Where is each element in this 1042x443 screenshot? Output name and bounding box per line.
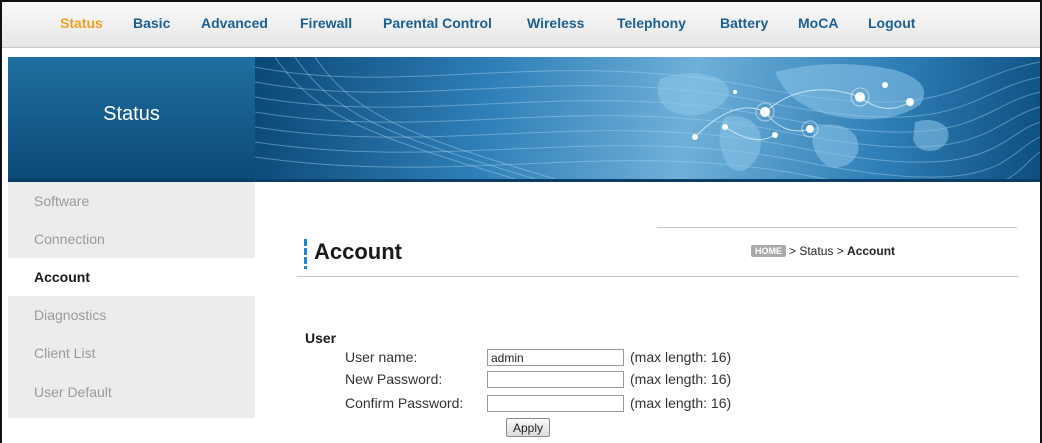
router-admin-window: Status Basic Advanced Firewall Parental … bbox=[0, 0, 1042, 443]
nav-status[interactable]: Status bbox=[60, 15, 103, 31]
nav-moca[interactable]: MoCA bbox=[798, 15, 838, 31]
heading-divider-bottom bbox=[297, 276, 1019, 277]
confirm-password-input[interactable] bbox=[487, 395, 624, 412]
nav-advanced[interactable]: Advanced bbox=[201, 15, 268, 31]
nav-logout[interactable]: Logout bbox=[868, 15, 915, 31]
sidebar-item-diagnostics[interactable]: Diagnostics bbox=[8, 296, 255, 334]
world-map-graphic bbox=[255, 57, 1040, 179]
new-password-hint: (max length: 16) bbox=[630, 371, 732, 387]
sidebar-item-client-list[interactable]: Client List bbox=[8, 334, 255, 372]
confirm-password-label: Confirm Password: bbox=[345, 395, 464, 411]
nav-telephony[interactable]: Telephony bbox=[617, 15, 686, 31]
section-label-user: User bbox=[305, 330, 337, 346]
page-title: Account bbox=[314, 239, 402, 264]
nav-basic[interactable]: Basic bbox=[133, 15, 170, 31]
breadcrumb-current: Account bbox=[847, 244, 896, 258]
title-accent-bar bbox=[304, 239, 307, 269]
nav-parental-control[interactable]: Parental Control bbox=[383, 15, 492, 31]
sidebar-item-user-default[interactable]: User Default bbox=[8, 372, 255, 418]
confirm-password-hint: (max length: 16) bbox=[630, 395, 732, 411]
new-password-input[interactable] bbox=[487, 371, 624, 388]
sidebar-item-software[interactable]: Software bbox=[8, 182, 255, 220]
username-input[interactable] bbox=[487, 349, 624, 366]
top-navigation: Status Basic Advanced Firewall Parental … bbox=[2, 2, 1040, 48]
banner-title-panel: Status bbox=[8, 57, 255, 179]
new-password-label: New Password: bbox=[345, 371, 443, 387]
home-icon[interactable]: HOME bbox=[751, 245, 786, 257]
username-label: User name: bbox=[345, 349, 418, 365]
breadcrumb-path: > Status > bbox=[789, 244, 844, 258]
breadcrumb: HOME > Status > Account bbox=[751, 244, 895, 258]
username-hint: (max length: 16) bbox=[630, 349, 732, 365]
banner-title: Status bbox=[103, 103, 160, 125]
sidebar-item-connection[interactable]: Connection bbox=[8, 220, 255, 258]
nav-wireless[interactable]: Wireless bbox=[527, 15, 584, 31]
heading-divider-top bbox=[657, 227, 1017, 228]
nav-battery[interactable]: Battery bbox=[720, 15, 768, 31]
banner-world-map-image bbox=[255, 57, 1040, 179]
sidebar-item-account[interactable]: Account bbox=[8, 258, 255, 296]
sidebar: Software Connection Account Diagnostics … bbox=[8, 182, 255, 418]
nav-firewall[interactable]: Firewall bbox=[300, 15, 352, 31]
apply-button[interactable]: Apply bbox=[506, 418, 550, 437]
